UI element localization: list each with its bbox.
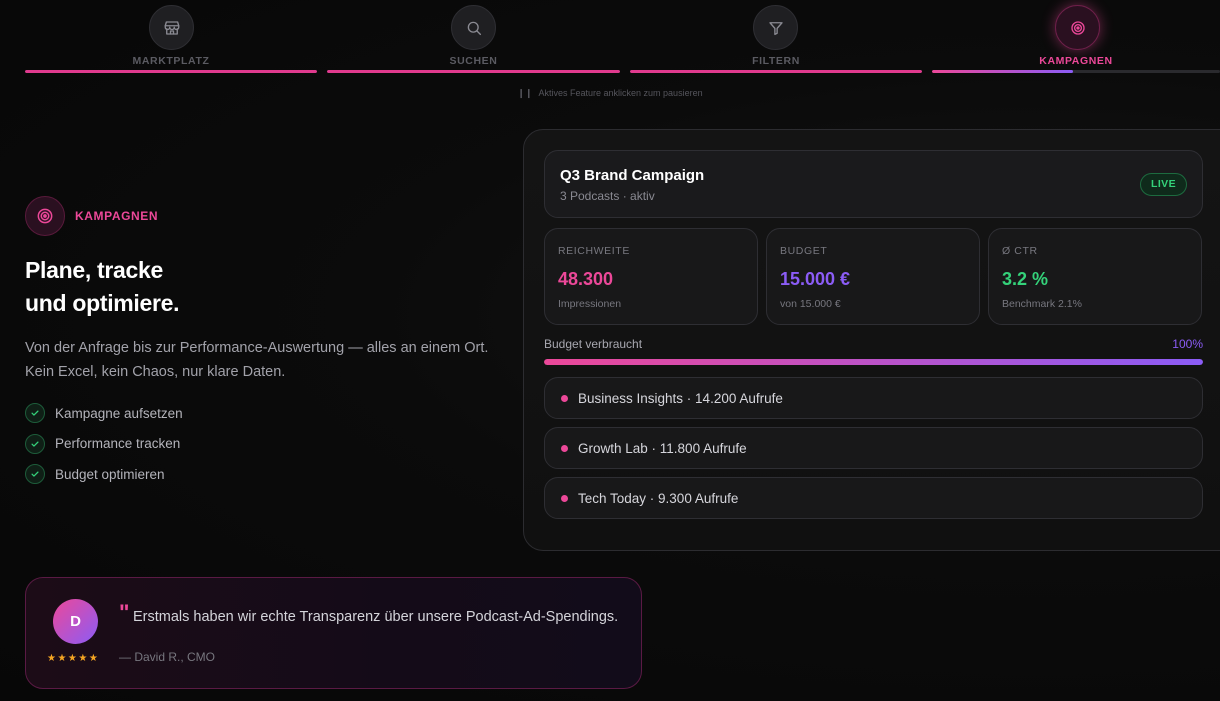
- budget-label: Budget verbraucht: [544, 337, 643, 351]
- step-progress-bar: [327, 70, 620, 73]
- budget-progress-fill: [544, 359, 1203, 365]
- filter-icon[interactable]: [753, 5, 798, 50]
- step-suchen[interactable]: SUCHEN: [327, 0, 620, 80]
- metric-card-budget: BUDGET 15.000 € von 15.000 €: [766, 228, 980, 325]
- step-label: MARKTPLATZ: [132, 55, 210, 67]
- metric-label: Ø CTR: [1002, 245, 1038, 257]
- campaign-title: Q3 Brand Campaign: [560, 167, 705, 184]
- podcast-label: Growth Lab · 11.800 Aufrufe: [578, 441, 747, 456]
- step-label: FILTERN: [752, 55, 800, 67]
- testimonial-text: Erstmals haben wir echte Transparenz übe…: [133, 609, 619, 625]
- metric-sub: Impressionen: [558, 298, 622, 310]
- headline-line: und optimiere.: [25, 290, 180, 316]
- feature-header: KAMPAGNEN: [25, 196, 158, 236]
- metric-label: REICHWEITE: [558, 245, 630, 257]
- checklist-label: Kampagne aufsetzen: [55, 405, 183, 421]
- metric-sub: Benchmark 2.1%: [1002, 298, 1082, 310]
- feature-stepper: MARKTPLATZ SUCHEN FILTERN KAMPAGNEN: [0, 0, 1220, 80]
- avatar: D: [53, 599, 98, 644]
- podcast-row[interactable]: Business Insights · 14.200 Aufrufe: [544, 377, 1203, 419]
- metric-sub: von 15.000 €: [780, 298, 841, 310]
- target-icon[interactable]: [1055, 5, 1100, 50]
- podcast-label: Tech Today · 9.300 Aufrufe: [578, 491, 739, 506]
- step-kampagnen[interactable]: KAMPAGNEN: [932, 0, 1220, 80]
- checklist-item: Performance tracken: [25, 433, 183, 454]
- feature-name: KAMPAGNEN: [75, 209, 159, 223]
- metric-value: 3.2 %: [1002, 269, 1049, 289]
- search-icon[interactable]: [451, 5, 496, 50]
- step-label: KAMPAGNEN: [1039, 55, 1113, 67]
- bullet-dot: [561, 495, 568, 502]
- step-label: SUCHEN: [449, 55, 498, 67]
- pause-hint-text: Aktives Feature anklicken zum pausieren: [538, 88, 703, 98]
- step-progress-bar: [932, 70, 1220, 73]
- pause-icon: ❙❙: [517, 89, 533, 99]
- step-marktplatz[interactable]: MARKTPLATZ: [25, 0, 317, 80]
- metric-value: 48.300: [558, 269, 614, 289]
- check-icon: [25, 464, 45, 484]
- metric-label: BUDGET: [780, 245, 828, 257]
- checklist-item: Kampagne aufsetzen: [25, 403, 183, 423]
- metric-card-reichweite: REICHWEITE 48.300 Impressionen: [544, 228, 758, 325]
- feature-headline: Plane, tracke und optimiere.: [25, 254, 180, 320]
- bullet-dot: [561, 445, 568, 452]
- campaign-header-card[interactable]: Q3 Brand Campaign 3 Podcasts · aktiv LIV…: [544, 150, 1203, 218]
- target-icon: [25, 196, 65, 236]
- checklist-label: Performance tracken: [55, 436, 181, 451]
- testimonial-author: — David R., CMO: [119, 650, 216, 664]
- feature-checklist: Kampagne aufsetzen Performance tracken B…: [25, 403, 183, 495]
- podcast-row[interactable]: Tech Today · 9.300 Aufrufe: [544, 477, 1203, 519]
- checklist-label: Budget optimieren: [55, 466, 165, 482]
- podcast-label: Business Insights · 14.200 Aufrufe: [578, 391, 783, 406]
- quote-icon: ": [119, 600, 130, 625]
- step-filtern[interactable]: FILTERN: [630, 0, 922, 80]
- check-icon: [25, 433, 45, 454]
- status-badge: LIVE: [1140, 173, 1187, 196]
- bullet-dot: [561, 395, 568, 402]
- budget-percent: 100%: [1172, 337, 1203, 351]
- step-progress-bar: [630, 70, 922, 73]
- testimonial-card: D ★★★★★ " Erstmals haben wir echte Trans…: [25, 577, 642, 689]
- store-icon[interactable]: [149, 5, 194, 50]
- pause-hint: ❙❙ Aktives Feature anklicken zum pausiere…: [0, 88, 1220, 99]
- podcast-row[interactable]: Growth Lab · 11.800 Aufrufe: [544, 427, 1203, 469]
- campaign-subtitle: 3 Podcasts · aktiv: [560, 189, 655, 203]
- headline-line: Plane, tracke: [25, 257, 164, 283]
- check-icon: [25, 403, 45, 423]
- rating-stars: ★★★★★: [47, 653, 100, 664]
- metric-value: 15.000 €: [780, 269, 851, 289]
- feature-description: Von der Anfrage bis zur Performance-Ausw…: [25, 340, 489, 380]
- budget-progress-bar: [544, 359, 1203, 365]
- step-progress-bar: [25, 70, 317, 73]
- metric-card-ctr: Ø CTR 3.2 % Benchmark 2.1%: [988, 228, 1202, 325]
- checklist-item: Budget optimieren: [25, 464, 183, 484]
